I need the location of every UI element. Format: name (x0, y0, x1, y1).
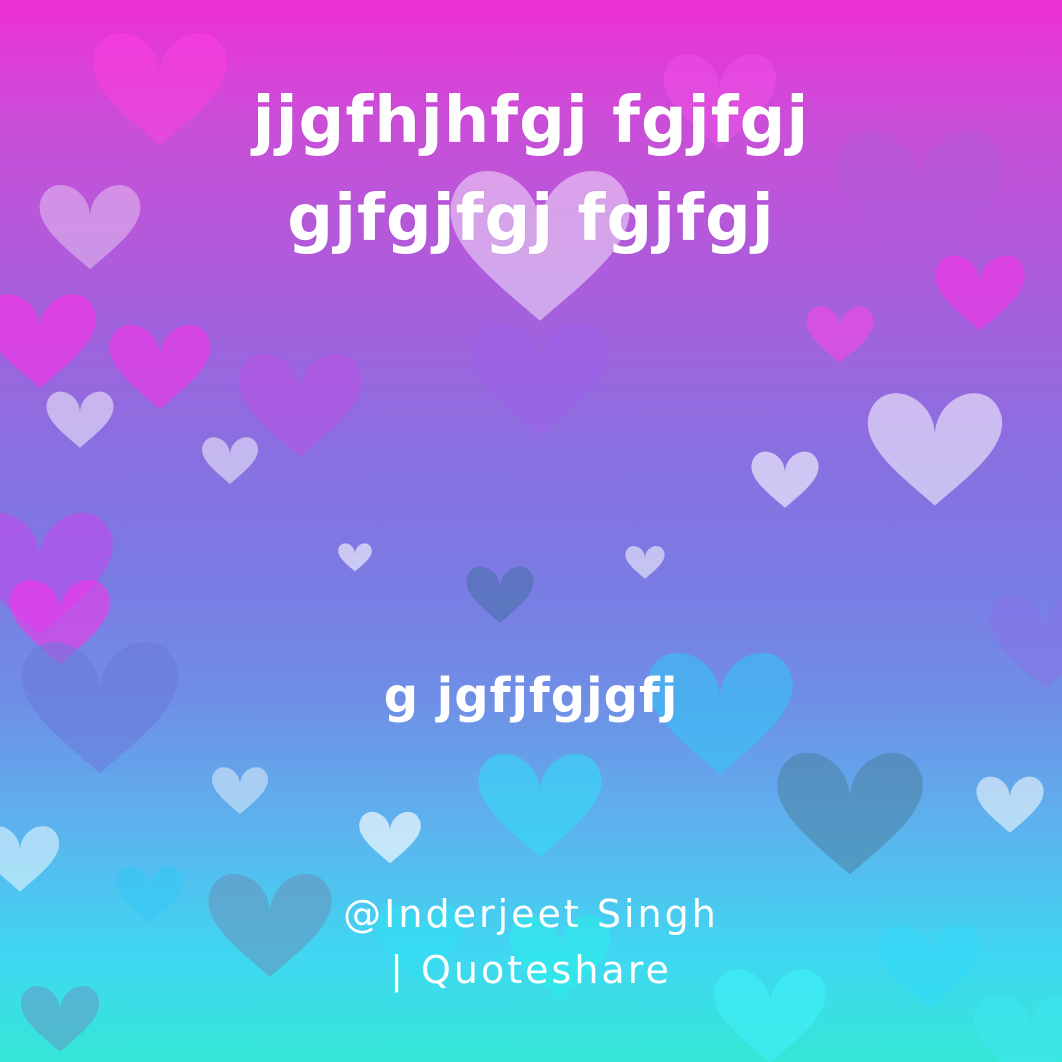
heart-icon (238, 353, 362, 457)
heart-icon (974, 994, 1062, 1062)
author-credit: @Inderjeet Singh | Quoteshare (200, 886, 862, 998)
quote-text: jjgfhjhfgj fgjfgj gjfgjfgj fgjfgj (60, 72, 1002, 268)
quote-image: jjgfhjhfgj fgjfgj gjfgjfgj fgjfgj g jgfj… (0, 0, 1062, 1062)
heart-icon (879, 924, 981, 1010)
heart-icon (338, 543, 372, 572)
heart-icon (212, 767, 268, 814)
heart-icon (751, 451, 819, 508)
heart-icon (976, 776, 1044, 833)
heart-icon (116, 866, 184, 923)
heart-icon (478, 753, 602, 857)
heart-icon (466, 566, 534, 623)
heart-icon (472, 323, 608, 436)
quote-line-1: jjgfhjhfgj fgjfgj (252, 84, 810, 158)
heart-icon (202, 437, 258, 484)
heart-icon (806, 306, 874, 363)
heart-icon (359, 811, 421, 864)
subtitle-text: g jgfjfgjgfj (383, 668, 679, 724)
heart-icon (109, 324, 211, 410)
quote-line-2: gjfgjfgj fgjfgj (287, 182, 775, 256)
heart-icon (625, 546, 665, 579)
heart-icon (0, 826, 60, 892)
heart-icon (46, 391, 114, 448)
heart-icon (20, 986, 100, 1052)
heart-icon (0, 294, 96, 388)
heart-icon (867, 393, 1003, 506)
author-name: @Inderjeet Singh (343, 892, 719, 936)
source-name: | Quoteshare (390, 948, 672, 992)
heart-icon (777, 752, 923, 875)
